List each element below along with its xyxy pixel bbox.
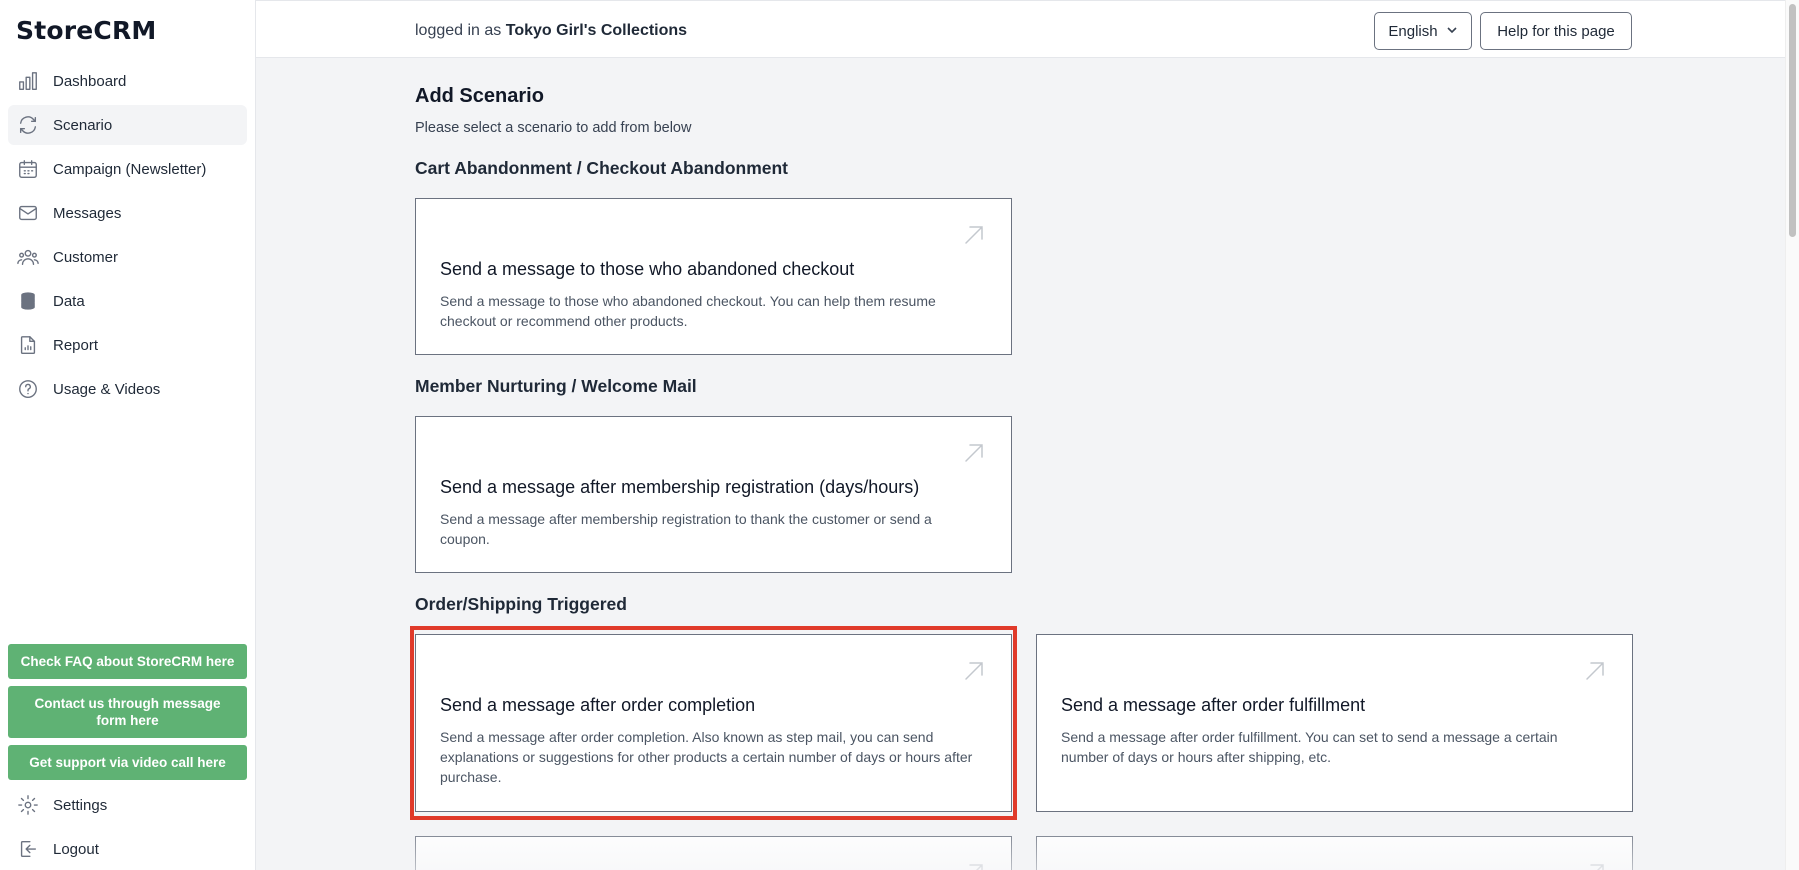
language-select[interactable]: English (1374, 12, 1472, 50)
sidebar-item-label: Dashboard (53, 72, 127, 90)
document-chart-icon (17, 334, 39, 356)
video-call-support-button[interactable]: Get support via video call here (8, 745, 247, 780)
store-name: Tokyo Girl's Collections (505, 22, 688, 39)
card-title: Send a message to those who abandoned ch… (440, 259, 855, 279)
sidebar-bottom-nav: Settings Logout (8, 785, 247, 870)
arrow-up-right-icon (963, 442, 985, 464)
card-description: Send a message after order fulfillment. … (1061, 729, 1558, 765)
arrow-up-right-icon (1584, 660, 1606, 682)
vertical-scrollbar[interactable] (1785, 0, 1799, 870)
top-header: logged in as Tokyo Girl's Collections En… (256, 0, 1785, 58)
sidebar-item-campaign[interactable]: Campaign (Newsletter) (8, 149, 247, 189)
sidebar-item-report[interactable]: Report (8, 325, 247, 365)
arrow-up-right-icon (963, 862, 985, 870)
sidebar-item-label: Campaign (Newsletter) (53, 160, 207, 178)
sidebar-nav: Dashboard Scenario Campaign (Newsletter)… (8, 61, 247, 413)
login-status: logged in as Tokyo Girl's Collections (415, 22, 687, 40)
page-title: Add Scenario (415, 85, 544, 107)
sidebar: StoreCRM Dashboard Scenario Campaign (Ne… (0, 0, 256, 870)
sidebar-item-dashboard[interactable]: Dashboard (8, 61, 247, 101)
app-logo[interactable]: StoreCRM (16, 16, 157, 45)
sidebar-item-settings[interactable]: Settings (8, 785, 247, 825)
users-icon (17, 246, 39, 268)
scrollbar-thumb[interactable] (1789, 4, 1796, 237)
scenario-card-order-fulfillment[interactable]: Send a message after order fulfillment S… (1036, 634, 1633, 812)
arrow-up-right-icon (963, 660, 985, 682)
arrow-up-right-icon (1584, 862, 1606, 870)
section-title-order-shipping: Order/Shipping Triggered (415, 594, 627, 614)
sidebar-item-data[interactable]: Data (8, 281, 247, 321)
sidebar-item-label: Messages (53, 204, 122, 222)
sidebar-item-usage-videos[interactable]: Usage & Videos (8, 369, 247, 409)
sidebar-item-customer[interactable]: Customer (8, 237, 247, 277)
gear-icon (17, 794, 39, 816)
sidebar-item-scenario[interactable]: Scenario (8, 105, 247, 145)
database-icon (17, 290, 39, 312)
calendar-icon (17, 158, 39, 180)
sidebar-item-label: Scenario (53, 116, 113, 134)
sidebar-item-label: Customer (53, 248, 119, 266)
scenario-card-membership-registration[interactable]: Send a message after membership registra… (415, 416, 1012, 573)
card-title: Send a message after order fulfillment (1061, 695, 1366, 715)
scenario-card-partial[interactable] (1036, 836, 1633, 870)
sidebar-item-label: Report (53, 336, 99, 354)
scenario-card-partial[interactable] (415, 836, 1012, 870)
chevron-down-icon (1446, 23, 1458, 40)
scenario-card-abandoned-checkout[interactable]: Send a message to those who abandoned ch… (415, 198, 1012, 355)
sidebar-item-label: Logout (53, 840, 99, 858)
envelope-icon (17, 202, 39, 224)
sidebar-item-label: Data (53, 292, 85, 310)
card-description: Send a message after membership registra… (440, 511, 932, 547)
card-description: Send a message to those who abandoned ch… (440, 293, 936, 329)
section-title-member-nurturing: Member Nurturing / Welcome Mail (415, 376, 697, 396)
faq-button[interactable]: Check FAQ about StoreCRM here (8, 644, 247, 679)
support-links: Check FAQ about StoreCRM here Contact us… (8, 644, 247, 787)
card-title: Send a message after order completion (440, 695, 756, 715)
card-description: Send a message after order completion. A… (440, 729, 973, 785)
sidebar-item-label: Settings (53, 796, 108, 814)
section-title-cart-abandonment: Cart Abandonment / Checkout Abandonment (415, 158, 789, 178)
help-button[interactable]: Help for this page (1480, 12, 1632, 50)
contact-form-button[interactable]: Contact us through message form here (8, 686, 247, 738)
login-prefix: logged in as (415, 22, 502, 39)
arrow-up-right-icon (963, 224, 985, 246)
scenario-card-order-completion[interactable]: Send a message after order completion Se… (415, 634, 1012, 812)
page-subtitle: Please select a scenario to add from bel… (415, 120, 692, 136)
question-circle-icon (17, 378, 39, 400)
logout-icon (17, 838, 39, 860)
card-title: Send a message after membership registra… (440, 477, 920, 497)
sidebar-item-messages[interactable]: Messages (8, 193, 247, 233)
refresh-icon (17, 114, 39, 136)
sidebar-item-label: Usage & Videos (53, 380, 161, 398)
bar-chart-icon (17, 70, 39, 92)
language-label: English (1388, 22, 1438, 40)
sidebar-item-logout[interactable]: Logout (8, 829, 247, 869)
